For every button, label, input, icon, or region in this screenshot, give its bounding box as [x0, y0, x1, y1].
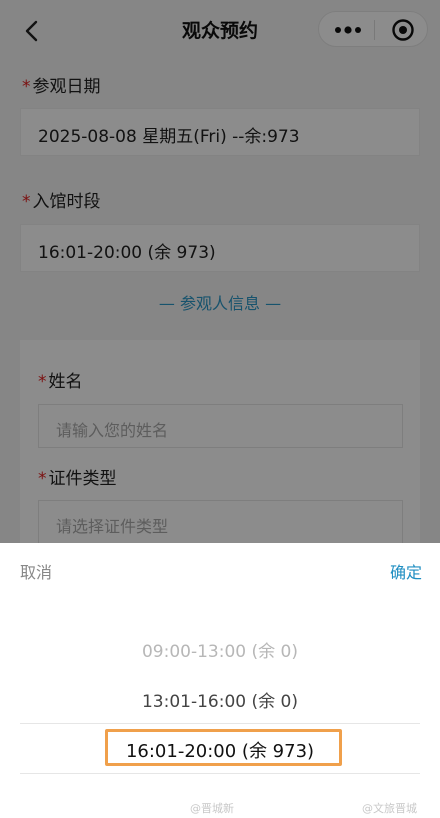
picker-divider-bottom	[20, 773, 420, 774]
picker-option[interactable]: 09:00-13:00 (余 0)	[0, 637, 440, 662]
picker-option[interactable]: 13:01-16:00 (余 0)	[0, 687, 440, 712]
watermark: @晋城新	[190, 802, 234, 815]
picker-divider-top	[20, 723, 420, 724]
screen: 观众预约 * 参观日期 2025-08-08 星期五(Fri) --余:973 *…	[0, 0, 440, 818]
selection-highlight-box	[105, 729, 342, 766]
confirm-button[interactable]: 确定	[390, 559, 422, 583]
time-slot-picker: 取消 确定 09:00-13:00 (余 0) 13:01-16:00 (余 0…	[0, 543, 440, 818]
watermark: @文旅晋城	[362, 802, 417, 815]
cancel-button[interactable]: 取消	[20, 559, 52, 583]
